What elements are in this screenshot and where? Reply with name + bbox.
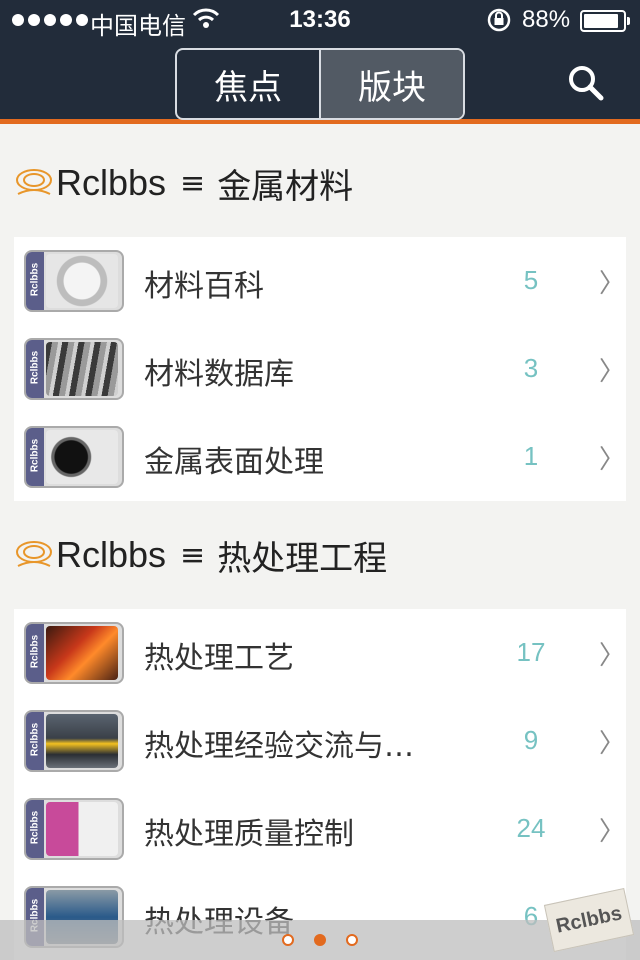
board-thumbnail: Rclbbs [24, 426, 124, 488]
rclbbs-logo-icon [16, 541, 52, 567]
chevron-right-icon: 〉 [599, 269, 626, 299]
list-item[interactable]: Rclbbs 材料百科 5 〉 [14, 237, 626, 325]
post-count: 5 [523, 265, 539, 295]
section-header: Rclbbs ≡ 热处理工程 [0, 501, 640, 609]
battery-percent: 88% [522, 6, 571, 33]
page-indicator [0, 920, 640, 960]
post-count: 1 [523, 441, 539, 471]
menu-separator-icon: ≡ [180, 165, 206, 201]
menu-separator-icon: ≡ [180, 537, 206, 573]
board-list: Rclbbs 材料百科 5 〉 Rclbbs 材料数据库 3 〉 Rclbbs … [14, 237, 626, 501]
board-title: 材料百科 [144, 269, 264, 304]
segmented-control: 焦点 版块 [175, 48, 465, 120]
post-count: 9 [523, 725, 539, 755]
nav-bar: 焦点 版块 [0, 40, 640, 124]
chevron-right-icon: 〉 [599, 445, 626, 475]
board-title: 金属表面处理 [144, 445, 324, 480]
chevron-right-icon: 〉 [599, 641, 626, 671]
board-title: 材料数据库 [144, 357, 294, 392]
post-count: 17 [516, 637, 546, 667]
tab-boards[interactable]: 版块 [321, 50, 463, 118]
chevron-right-icon: 〉 [599, 817, 626, 847]
board-thumbnail: Rclbbs [24, 798, 124, 860]
section-brand: Rclbbs [56, 534, 167, 575]
list-item[interactable]: Rclbbs 热处理经验交流与… 9 〉 [14, 697, 626, 785]
page-dot-active[interactable] [314, 934, 326, 946]
page-dot[interactable] [282, 934, 294, 946]
board-thumbnail: Rclbbs [24, 622, 124, 684]
chevron-right-icon: 〉 [599, 729, 626, 759]
section-title: 热处理工程 [217, 538, 388, 579]
search-icon[interactable] [566, 63, 606, 103]
board-thumbnail: Rclbbs [24, 338, 124, 400]
board-thumbnail: Rclbbs [24, 250, 124, 312]
section-title: 金属材料 [217, 166, 354, 207]
list-item[interactable]: Rclbbs 热处理质量控制 24 〉 [14, 785, 626, 873]
section-header: Rclbbs ≡ 金属材料 [0, 129, 640, 237]
chevron-right-icon: 〉 [599, 357, 626, 387]
status-bar: 中国电信 13:36 88% [0, 0, 640, 40]
board-title: 热处理质量控制 [144, 817, 354, 852]
post-count: 24 [516, 813, 546, 843]
rotation-lock-icon [486, 7, 512, 40]
board-title: 热处理工艺 [144, 641, 294, 676]
battery-icon [580, 10, 630, 32]
section-brand: Rclbbs [56, 162, 167, 203]
board-list: Rclbbs 热处理工艺 17 〉 Rclbbs 热处理经验交流与… 9 〉 R… [14, 609, 626, 960]
board-thumbnail: Rclbbs [24, 710, 124, 772]
list-item[interactable]: Rclbbs 热处理工艺 17 〉 [14, 609, 626, 697]
board-list-scroll[interactable]: Rclbbs ≡ 金属材料 Rclbbs 材料百科 5 〉 Rclbbs 材料数… [0, 129, 640, 960]
tab-focus[interactable]: 焦点 [177, 50, 321, 118]
post-count: 3 [523, 353, 539, 383]
board-title: 热处理经验交流与… [144, 729, 414, 764]
list-item[interactable]: Rclbbs 金属表面处理 1 〉 [14, 413, 626, 501]
rclbbs-logo-icon [16, 169, 52, 195]
list-item[interactable]: Rclbbs 材料数据库 3 〉 [14, 325, 626, 413]
page-dot[interactable] [346, 934, 358, 946]
